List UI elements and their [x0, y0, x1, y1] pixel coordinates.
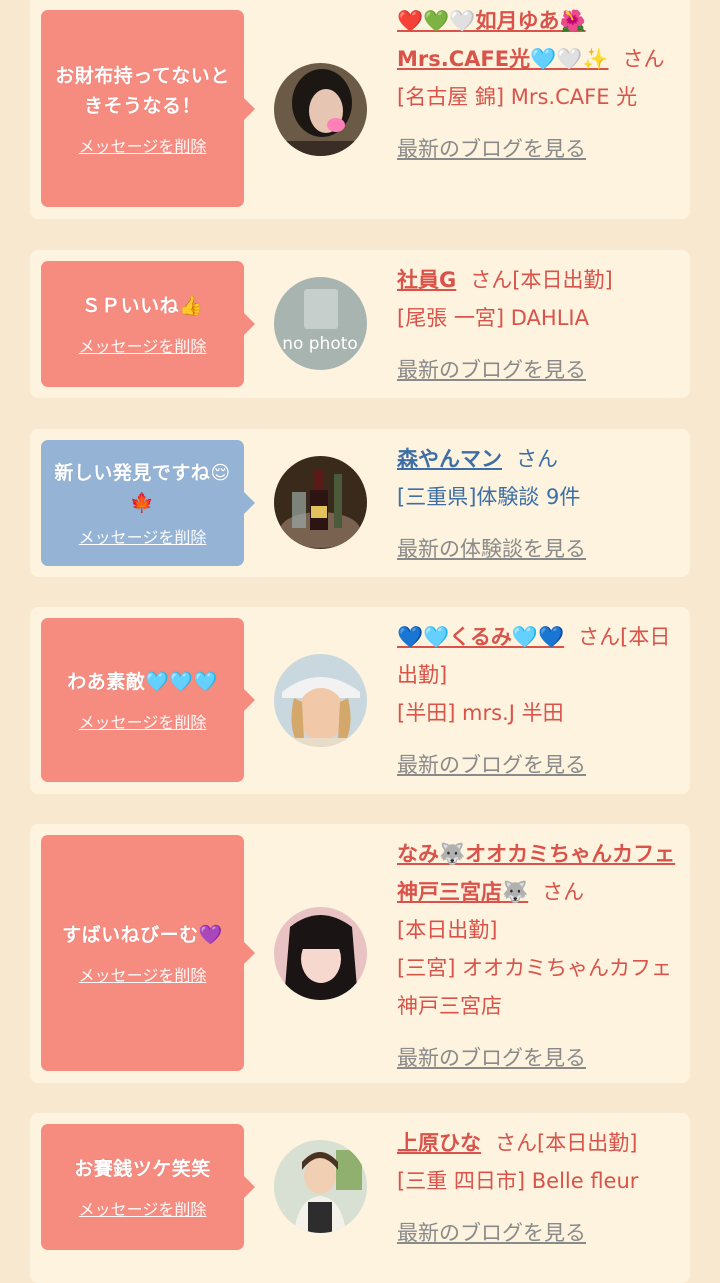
woman-bangs-photo-icon	[274, 907, 367, 1000]
user-info: ❤️💚🤍如月ゆあ🌺Mrs.CAFE光🩵🤍✨ さん [名古屋 錦] Mrs.CAFE…	[397, 2, 685, 168]
message-bubble: お財布持ってないときそうなる！ メッセージを削除	[41, 10, 255, 207]
message-text: わあ素敵🩵🩵🩵	[67, 671, 218, 693]
woman-cap-photo-icon	[274, 654, 367, 747]
woman-apron-photo-icon	[274, 1140, 367, 1233]
champagne-bottles-photo-icon	[274, 456, 367, 549]
message-text: ＳＰいいね👍	[81, 295, 204, 317]
shop-info: [三重 四日市] Belle fleur	[397, 1169, 639, 1193]
user-name-link[interactable]: ❤️💚🤍如月ゆあ🌺Mrs.CAFE光🩵🤍✨	[397, 9, 609, 71]
user-name-link[interactable]: なみ🐺オオカミちゃんカフェ神戸三宮店🐺	[397, 842, 675, 904]
user-info: 社員G さん[本日出勤] [尾張 一宮] DAHLIA 最新のブログを見る	[397, 261, 685, 389]
user-name-link[interactable]: 上原ひな	[397, 1131, 481, 1155]
message-card: お賽銭ツケ笑笑 メッセージを削除 上原ひな さん[本日出勤] [三重 四日市] B…	[30, 1113, 690, 1283]
user-info: 💙🩵くるみ🩵💙 さん[本日出勤] [半田] mrs.J 半田 最新のブログを見る	[397, 618, 685, 784]
message-card: お財布持ってないときそうなる！ メッセージを削除 ❤️💚🤍如月ゆあ🌺Mrs.CA…	[30, 0, 690, 219]
message-card: 新しい発見ですね😌🍁 メッセージを削除 森やんマン さん [三重県]体験談 9件 …	[30, 429, 690, 577]
woman-dark-hair-photo-icon	[274, 63, 367, 156]
avatar[interactable]	[274, 63, 367, 156]
shop-info: [三重県]体験談 9件	[397, 485, 581, 509]
latest-blog-link[interactable]: 最新のブログを見る	[397, 130, 685, 168]
user-info: 上原ひな さん[本日出勤] [三重 四日市] Belle fleur 最新のブログ…	[397, 1124, 685, 1252]
message-text: すばいねびーむ💜	[62, 924, 223, 946]
honorific: さん	[516, 447, 558, 471]
delete-message-link[interactable]: メッセージを削除	[79, 1196, 207, 1220]
message-card: わあ素敵🩵🩵🩵 メッセージを削除 💙🩵くるみ🩵💙 さん[本日出勤] [半田] mr…	[30, 607, 690, 794]
latest-blog-link[interactable]: 最新のブログを見る	[397, 1214, 685, 1252]
honorific: さん	[622, 47, 665, 71]
status-info: [本日出勤]	[397, 918, 498, 942]
user-name-link[interactable]: 社員G	[397, 268, 456, 292]
delete-message-link[interactable]: メッセージを削除	[79, 524, 207, 548]
no-photo-text: no photo	[282, 334, 358, 354]
latest-blog-link[interactable]: 最新のブログを見る	[397, 746, 685, 784]
avatar[interactable]	[274, 1140, 367, 1233]
shop-info: [半田] mrs.J 半田	[397, 701, 564, 725]
shop-info: [尾張 一宮] DAHLIA	[397, 306, 589, 330]
message-card: すばいねびーむ💜 メッセージを削除 なみ🐺オオカミちゃんカフェ神戸三宮店🐺 さん …	[30, 824, 690, 1083]
latest-blog-link[interactable]: 最新のブログを見る	[397, 1039, 685, 1077]
message-bubble: お賽銭ツケ笑笑 メッセージを削除	[41, 1124, 255, 1250]
no-photo-icon: no photo	[274, 277, 367, 370]
message-text: お賽銭ツケ笑笑	[74, 1158, 211, 1180]
avatar[interactable]	[274, 907, 367, 1000]
message-text: 新しい発見ですね😌🍁	[54, 462, 231, 514]
shop-info: [三宮] オオカミちゃんカフェ神戸三宮店	[397, 956, 673, 1018]
latest-blog-link[interactable]: 最新のブログを見る	[397, 351, 685, 389]
message-card: ＳＰいいね👍 メッセージを削除 no photo 社員G さん[本日出勤] [尾張…	[30, 250, 690, 398]
user-name-link[interactable]: 💙🩵くるみ🩵💙	[397, 625, 564, 649]
message-bubble: ＳＰいいね👍 メッセージを削除	[41, 261, 255, 387]
honorific: さん[本日出勤]	[470, 268, 613, 292]
honorific: さん	[542, 880, 585, 904]
message-bubble: すばいねびーむ💜 メッセージを削除	[41, 835, 255, 1071]
user-info: 森やんマン さん [三重県]体験談 9件 最新の体験談を見る	[397, 440, 685, 568]
avatar[interactable]	[274, 456, 367, 549]
honorific: さん[本日出勤]	[495, 1131, 638, 1155]
delete-message-link[interactable]: メッセージを削除	[79, 333, 207, 357]
delete-message-link[interactable]: メッセージを削除	[79, 709, 207, 733]
delete-message-link[interactable]: メッセージを削除	[79, 962, 207, 986]
delete-message-link[interactable]: メッセージを削除	[79, 133, 207, 157]
shop-info: [名古屋 錦] Mrs.CAFE 光	[397, 85, 638, 109]
message-bubble: わあ素敵🩵🩵🩵 メッセージを削除	[41, 618, 255, 782]
user-info: なみ🐺オオカミちゃんカフェ神戸三宮店🐺 さん [本日出勤] [三宮] オオカミちゃ…	[397, 835, 685, 1077]
user-name-link[interactable]: 森やんマン	[397, 447, 502, 471]
message-text: お財布持ってないときそうなる！	[55, 64, 230, 117]
avatar[interactable]	[274, 654, 367, 747]
avatar[interactable]: no photo	[274, 277, 367, 370]
message-bubble: 新しい発見ですね😌🍁 メッセージを削除	[41, 440, 255, 566]
latest-report-link[interactable]: 最新の体験談を見る	[397, 530, 685, 568]
